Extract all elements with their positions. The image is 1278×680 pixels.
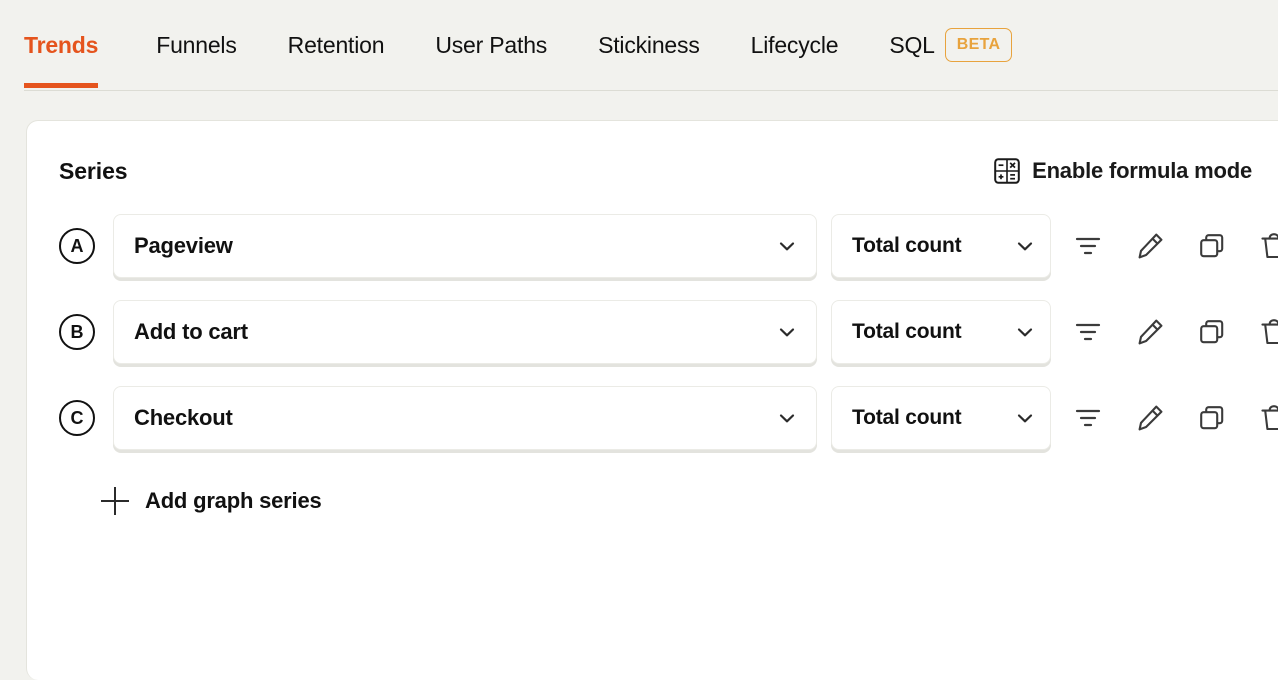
series-event-select[interactable]: Pageview	[113, 214, 817, 278]
tab-sql-badge-wrap: BETA	[944, 0, 1013, 90]
tab-stickiness-label: Stickiness	[598, 31, 700, 58]
enable-formula-mode-label: Enable formula mode	[1032, 158, 1252, 183]
series-math-select[interactable]: Total count	[831, 386, 1051, 450]
series-card: Series Enable formula mode A Pageview To…	[26, 120, 1278, 680]
tab-bar-divider	[24, 90, 1278, 91]
series-row: A Pageview Total count	[27, 203, 1278, 289]
series-row-actions	[1063, 307, 1278, 357]
tab-lifecycle[interactable]: Lifecycle	[751, 0, 863, 90]
series-row: B Add to cart Total count	[27, 289, 1278, 375]
duplicate-icon[interactable]	[1187, 393, 1237, 443]
series-event-value: Checkout	[134, 405, 233, 430]
filter-icon[interactable]	[1063, 307, 1113, 357]
filter-icon[interactable]	[1063, 393, 1113, 443]
trash-icon[interactable]	[1249, 393, 1278, 443]
tab-stickiness[interactable]: Stickiness	[598, 0, 724, 90]
series-math-value: Total count	[852, 234, 962, 257]
chevron-down-icon	[776, 235, 798, 257]
page-title: Series	[59, 157, 128, 184]
series-math-select[interactable]: Total count	[831, 300, 1051, 364]
tab-funnels-label: Funnels	[156, 31, 237, 58]
filter-icon[interactable]	[1063, 221, 1113, 271]
series-math-value: Total count	[852, 406, 962, 429]
chevron-down-icon	[1014, 321, 1036, 343]
enable-formula-mode-button[interactable]: Enable formula mode	[994, 158, 1252, 184]
series-card-header: Series Enable formula mode	[27, 151, 1252, 191]
tab-sql-label: SQL	[889, 31, 935, 58]
tab-user-paths-label: User Paths	[435, 31, 548, 58]
edit-pencil-icon[interactable]	[1125, 393, 1175, 443]
add-graph-series-button[interactable]: Add graph series	[27, 487, 322, 515]
tab-lifecycle-label: Lifecycle	[750, 31, 839, 58]
tab-trends[interactable]: Trends	[24, 0, 98, 90]
trash-icon[interactable]	[1249, 307, 1278, 357]
tab-retention[interactable]: Retention	[288, 0, 409, 90]
series-list: A Pageview Total count B Add to cart Tot…	[27, 203, 1278, 461]
tab-active-underline	[24, 83, 99, 88]
tab-trends-label: Trends	[24, 31, 99, 58]
analysis-tab-bar: Trends Funnels Retention User Paths Stic…	[0, 0, 1278, 95]
series-math-select[interactable]: Total count	[831, 214, 1051, 278]
chevron-down-icon	[776, 321, 798, 343]
series-row: C Checkout Total count	[27, 375, 1278, 461]
chevron-down-icon	[1014, 235, 1036, 257]
series-row-actions	[1063, 393, 1278, 443]
series-event-value: Add to cart	[134, 319, 248, 344]
series-letter-badge: C	[59, 400, 95, 436]
series-event-select[interactable]: Checkout	[113, 386, 817, 450]
series-event-select[interactable]: Add to cart	[113, 300, 817, 364]
series-letter-badge: B	[59, 314, 95, 350]
series-event-value: Pageview	[134, 233, 233, 258]
add-graph-series-label: Add graph series	[145, 488, 322, 513]
series-math-value: Total count	[852, 320, 962, 343]
tab-sql[interactable]: SQL	[889, 0, 935, 90]
trash-icon[interactable]	[1249, 221, 1278, 271]
formula-calculator-icon	[994, 158, 1020, 184]
duplicate-icon[interactable]	[1187, 307, 1237, 357]
edit-pencil-icon[interactable]	[1125, 307, 1175, 357]
series-letter-badge: A	[59, 228, 95, 264]
edit-pencil-icon[interactable]	[1125, 221, 1175, 271]
tab-retention-label: Retention	[287, 31, 385, 58]
plus-icon	[101, 487, 129, 515]
beta-badge: BETA	[944, 28, 1013, 62]
tab-user-paths[interactable]: User Paths	[435, 0, 571, 90]
tab-list: Trends Funnels Retention User Paths Stic…	[24, 0, 1013, 90]
tab-funnels[interactable]: Funnels	[156, 0, 260, 90]
chevron-down-icon	[776, 407, 798, 429]
duplicate-icon[interactable]	[1187, 221, 1237, 271]
chevron-down-icon	[1014, 407, 1036, 429]
series-row-actions	[1063, 221, 1278, 271]
